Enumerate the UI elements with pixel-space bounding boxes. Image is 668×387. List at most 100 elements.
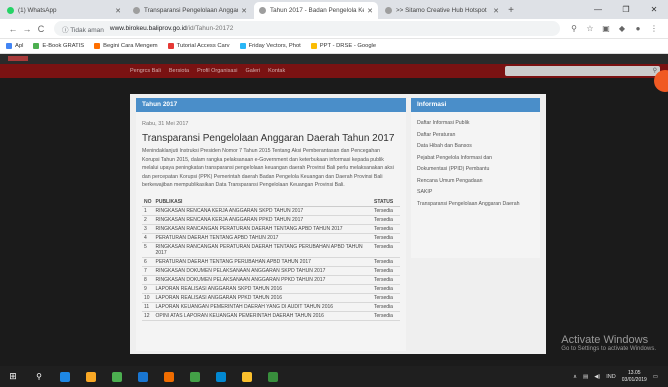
taskbar-app-icon[interactable] <box>52 366 78 387</box>
action-center-icon[interactable]: ▭ <box>653 374 658 380</box>
system-tray: ∧ ▤ ◀) IND 13.05 03/01/2019 ▭ <box>567 366 658 387</box>
publication-table: NO PUBLIKASI STATUS 1 RINGKASAN RENCANA K… <box>142 197 400 321</box>
main-panel: Tahun 2017 Rabu, 31 Mei 2017 Transparans… <box>136 98 406 351</box>
address-bar[interactable]: ⓘ Tidak aman www.birokeu.baliprov.go.id/… <box>54 21 560 36</box>
cell-publikasi[interactable]: RINGKASAN DOKUMEN PELAKSANAAN ANGGARAN P… <box>153 275 372 285</box>
reload-icon[interactable]: C <box>34 24 48 34</box>
bookmark-item[interactable]: Friday Vectors, Phot <box>239 43 301 49</box>
taskbar-app-icon[interactable] <box>208 366 234 387</box>
forward-icon[interactable]: → <box>20 24 34 34</box>
cell-status: Tersedia <box>372 266 400 276</box>
taskbar-app-icon[interactable] <box>104 366 130 387</box>
taskbar-app-icon[interactable] <box>234 366 260 387</box>
notification-arrow-icon[interactable]: ∧ <box>573 374 577 380</box>
maximize-button[interactable]: ❐ <box>612 0 640 19</box>
sidebar-link[interactable]: SAKIP <box>417 187 540 199</box>
cell-publikasi[interactable]: RINGKASAN RENCANA KERJA ANGGARAN SKPD TA… <box>153 206 372 216</box>
cell-publikasi[interactable]: OPINI ATAS LAPORAN KEUANGAN PEMERINTAH D… <box>153 311 372 321</box>
clock[interactable]: 13.05 03/01/2019 <box>622 370 647 384</box>
nav-link[interactable]: Bersiota <box>169 68 189 74</box>
cell-status: Tersedia <box>372 206 400 216</box>
back-icon[interactable]: ← <box>6 24 20 34</box>
table-row: 9 LAPORAN REALISASI ANGGARAN SKPD TAHUN 2… <box>142 284 400 294</box>
table-row: 4 PERATURAN DAERAH TENTANG APBD TAHUN 201… <box>142 233 400 243</box>
bookmark-item[interactable]: Tutorial Access Carv <box>167 43 230 49</box>
taskbar-app-icon[interactable] <box>130 366 156 387</box>
sidebar-link[interactable]: Daftar Peraturan <box>417 130 540 142</box>
bookmark-item[interactable]: E-Book GRATIS <box>33 43 84 49</box>
taskbar-app-icon[interactable] <box>260 366 286 387</box>
sidebar-link[interactable]: Data Hibah dan Bansos <box>417 141 540 153</box>
table-row: 1 RINGKASAN RENCANA KERJA ANGGARAN SKPD T… <box>142 206 400 216</box>
browser-tab[interactable]: Transparansi Pengelolaan Anggar ✕ <box>128 2 252 19</box>
network-icon[interactable]: ▤ <box>583 374 588 380</box>
bookmark-item[interactable]: Apl <box>6 43 23 49</box>
cell-publikasi[interactable]: PERATURAN DAERAH TENTANG APBD TAHUN 2017 <box>153 233 372 243</box>
sidebar-link[interactable]: Pejabat Pengelola Informasi dan <box>417 153 540 165</box>
cell-publikasi[interactable]: LAPORAN KEUANGAN PEMERINTAH DAERAH YANG … <box>153 302 372 312</box>
cell-no: 4 <box>142 233 154 243</box>
bookmark-item[interactable]: Begini Cara Mengem <box>94 43 158 49</box>
nav-link[interactable]: Pengrcs Bali <box>130 68 161 74</box>
nav-link[interactable]: Kontak <box>268 68 285 74</box>
close-tab-icon[interactable]: ✕ <box>493 7 499 15</box>
site-search-input[interactable]: ⚲ <box>505 66 660 76</box>
bookmark-star-icon[interactable]: ☆ <box>582 24 598 33</box>
search-icon[interactable]: ⚲ <box>566 24 582 33</box>
close-tab-icon[interactable]: ✕ <box>115 7 121 15</box>
cell-publikasi[interactable]: RINGKASAN DOKUMEN PELAKSANAAN ANGGARAN S… <box>153 266 372 276</box>
table-row: 10 LAPORAN REALISASI ANGGARAN PPKD TAHUN … <box>142 293 400 303</box>
browser-tab[interactable]: (1) WhatsApp ✕ <box>2 2 126 19</box>
taskbar-app-icon[interactable] <box>156 366 182 387</box>
security-indicator[interactable]: ⓘ Tidak aman <box>62 24 104 34</box>
site-logo[interactable] <box>8 56 28 61</box>
cell-publikasi[interactable]: RINGKASAN RANCANGAN PERATURAN DAERAH TEN… <box>153 224 372 234</box>
cell-publikasi[interactable]: LAPORAN REALISASI ANGGARAN SKPD TAHUN 20… <box>153 284 372 294</box>
profile-icon[interactable]: ● <box>630 24 646 33</box>
cell-publikasi[interactable]: RINGKASAN RENCANA KERJA ANGGARAN PPKD TA… <box>153 215 372 225</box>
cell-no: 11 <box>142 302 154 312</box>
web-page: Pengrcs Bali Bersiota Profil Organisasi Gal… <box>0 54 668 366</box>
extension-icon-2[interactable]: ◆ <box>614 24 630 33</box>
tab-favicon-icon <box>385 7 392 14</box>
tab-title: Tahun 2017 - Badan Pengelola Ke <box>270 7 365 14</box>
volume-icon[interactable]: ◀) <box>594 374 600 380</box>
search-icon[interactable]: ⚲ <box>26 366 52 387</box>
language-indicator[interactable]: IND <box>606 374 615 380</box>
nav-link[interactable]: Profil Organisasi <box>197 68 237 74</box>
cell-publikasi[interactable]: RINGKASAN RANCANGAN PERATURAN DAERAH TEN… <box>153 242 372 258</box>
browser-tab[interactable]: Tahun 2017 - Badan Pengelola Ke ✕ <box>254 2 378 19</box>
table-row: 11 LAPORAN KEUANGAN PEMERINTAH DAERAH YAN… <box>142 302 400 312</box>
close-tab-icon[interactable]: ✕ <box>367 7 373 15</box>
nav-link[interactable]: Galeri <box>245 68 260 74</box>
app-glyph-icon <box>138 371 148 382</box>
close-window-button[interactable]: ✕ <box>640 0 668 19</box>
taskbar-app-icon[interactable] <box>78 366 104 387</box>
browser-tab[interactable]: >> Sitamo Creative Hub Hotspot ✕ <box>380 2 504 19</box>
bookmark-item[interactable]: PPT - DRSE - Google <box>310 43 377 49</box>
clock-time: 13.05 <box>628 369 641 376</box>
cell-no: 3 <box>142 224 154 234</box>
table-row: 8 RINGKASAN DOKUMEN PELAKSANAAN ANGGARAN … <box>142 275 400 285</box>
taskbar-app-icon[interactable] <box>182 366 208 387</box>
start-icon[interactable]: ⊞ <box>0 366 26 387</box>
sidebar-link[interactable]: Rencana Umum Pengadaan <box>417 176 540 188</box>
close-tab-icon[interactable]: ✕ <box>241 7 247 15</box>
sidebar-link[interactable]: Transparansi Pengelolaan Anggaran Daerah <box>417 199 540 211</box>
col-no: NO <box>142 197 154 207</box>
cell-status: Tersedia <box>372 257 400 267</box>
minimize-button[interactable]: — <box>584 0 612 19</box>
floating-button[interactable] <box>654 70 668 92</box>
cell-status: Tersedia <box>372 275 400 285</box>
sidebar-link[interactable]: Dokumentasi (PPID) Pembantu <box>417 164 540 176</box>
extension-icon[interactable]: ▣ <box>598 24 614 33</box>
menu-icon[interactable]: ⋮ <box>646 24 662 33</box>
sidebar-link[interactable]: Daftar Informasi Publik <box>417 118 540 130</box>
bookmark-label: PPT - DRSE - Google <box>319 43 377 49</box>
post-date: Rabu, 31 Mei 2017 <box>142 121 189 127</box>
cell-publikasi[interactable]: PERATURAN DAERAH TENTANG PERUBAHAN APBD … <box>153 257 372 267</box>
cell-publikasi[interactable]: LAPORAN REALISASI ANGGARAN PPKD TAHUN 20… <box>153 293 372 303</box>
content-area: Tahun 2017 Rabu, 31 Mei 2017 Transparans… <box>130 94 546 354</box>
cell-status: Tersedia <box>372 293 400 303</box>
new-tab-button[interactable]: + <box>504 2 518 19</box>
